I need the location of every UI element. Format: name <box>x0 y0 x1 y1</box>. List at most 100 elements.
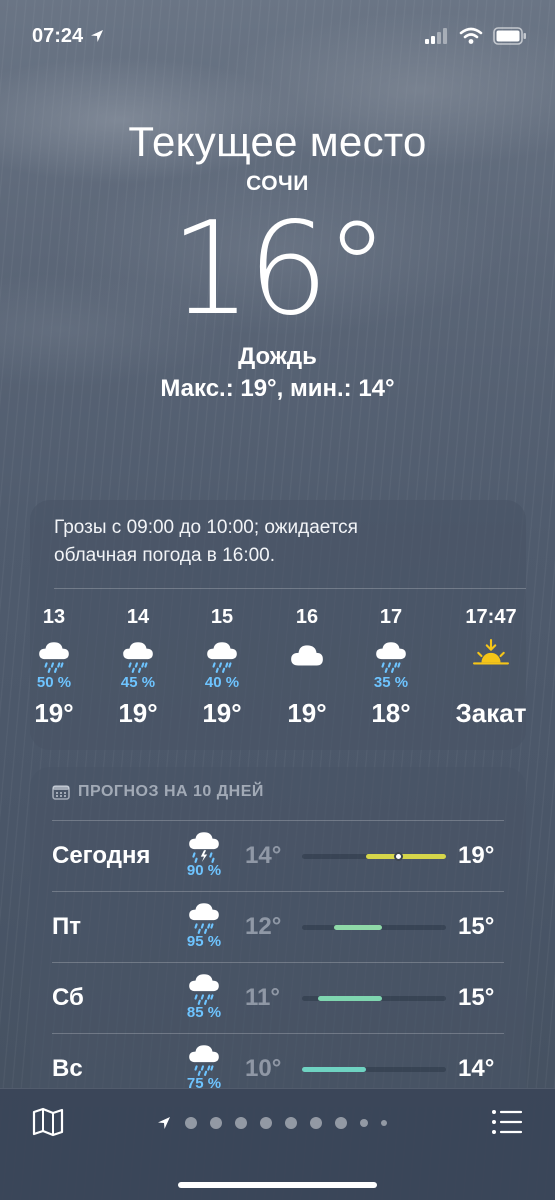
low-temperature: 10° <box>245 1055 282 1082</box>
hourly-summary: Грозы с 09:00 до 10:00; ожидается облачн… <box>30 500 526 570</box>
day-label: Вс <box>52 1055 83 1082</box>
cloud-icon <box>267 638 347 674</box>
divider <box>54 588 526 589</box>
hour-temperature: 18° <box>371 698 411 728</box>
temperature-range-bar <box>302 996 446 1001</box>
divider <box>52 891 504 892</box>
location-arrow-icon <box>91 30 104 42</box>
cloud-rain-icon <box>186 899 222 934</box>
daily-row[interactable]: Сб 85 % 11° 15° <box>30 962 526 1033</box>
hourly-item: 16 19° <box>267 606 347 729</box>
temperature-range-bar <box>302 925 446 930</box>
hourly-item: 13 50 % 19° <box>14 606 94 729</box>
page-dot[interactable] <box>235 1117 247 1129</box>
page-dot[interactable] <box>285 1117 297 1129</box>
cloud-rain-icon <box>186 1041 222 1076</box>
cloud-rain-icon <box>186 970 222 1005</box>
hourly-summary-line: Грозы с 09:00 до 10:00; ожидается <box>54 517 358 538</box>
precip-chance: 50 % <box>36 674 72 691</box>
precip-chance <box>451 674 531 692</box>
precip-chance: 85 % <box>186 1004 222 1021</box>
ten-day-header: ПРОГНОЗ НА 10 ДНЕЙ <box>52 783 264 801</box>
hour-label: 16 <box>295 606 319 628</box>
wifi-icon <box>459 27 483 44</box>
hour-temperature: 19° <box>202 698 242 728</box>
temperature-range-fill <box>302 1067 366 1072</box>
hour-label: 15 <box>210 606 234 628</box>
status-time: 07:24 <box>32 24 84 47</box>
divider <box>52 820 504 821</box>
divider <box>52 962 504 963</box>
hourly-item: 15 40 % 19° <box>182 606 262 729</box>
status-time-group: 07:24 <box>32 25 105 48</box>
page-dot[interactable] <box>210 1117 222 1129</box>
current-condition: Дождь <box>238 343 317 370</box>
current-temp-dot <box>393 852 403 861</box>
map-icon[interactable] <box>32 1107 64 1137</box>
day-label: Сб <box>52 984 84 1011</box>
high-low-temperature: Макс.: 19°, мин.: 14° <box>160 375 395 402</box>
battery-icon <box>493 27 526 45</box>
day-label: Сегодня <box>52 842 151 869</box>
day-label: Пт <box>52 913 82 940</box>
cloud-rain-icon <box>351 638 431 674</box>
temperature-range-fill <box>318 996 382 1001</box>
location-title: Текущее место <box>128 118 427 165</box>
low-temperature: 14° <box>245 842 282 869</box>
page-dot[interactable] <box>360 1119 368 1127</box>
daily-row[interactable]: Пт 95 % 12° 15° <box>30 891 526 962</box>
cloud-rain-icon <box>182 638 262 674</box>
precip-chance: 95 % <box>186 933 222 950</box>
hour-temperature: 19° <box>34 698 74 728</box>
page-dot[interactable] <box>185 1117 197 1129</box>
ten-day-title: ПРОГНОЗ НА 10 ДНЕЙ <box>78 783 264 800</box>
low-temperature: 11° <box>245 984 280 1011</box>
hourly-item: 17:47 Закат <box>451 606 531 729</box>
page-indicator[interactable] <box>156 1115 387 1131</box>
hourly-summary-line: облачная погода в 16:00. <box>54 545 276 566</box>
cloud-rain-icon <box>98 638 178 674</box>
page-dot[interactable] <box>381 1120 387 1126</box>
hourly-forecast-card[interactable]: Грозы с 09:00 до 10:00; ожидается облачн… <box>30 500 526 750</box>
home-indicator[interactable] <box>178 1182 377 1188</box>
hourly-item: 14 45 % 19° <box>98 606 178 729</box>
page-dot[interactable] <box>335 1117 347 1129</box>
daily-row[interactable]: Сегодня 90 % 14° 19° <box>30 820 526 891</box>
temperature-range-fill <box>366 854 446 859</box>
list-icon[interactable] <box>491 1109 523 1135</box>
city-name: СОЧИ <box>246 172 309 195</box>
hour-label: 14 <box>126 606 150 628</box>
hourly-list[interactable]: 13 50 % 19° 14 45 % 19° 15 40 % 19° 16 19° 17 35 % 18… <box>30 606 526 736</box>
cloud-bolt-rain-icon <box>186 828 222 863</box>
bottom-toolbar <box>0 1088 555 1200</box>
precip-chance: 45 % <box>120 674 156 691</box>
page-dot[interactable] <box>260 1117 272 1129</box>
page-dot[interactable] <box>310 1117 322 1129</box>
hour-label: 17:47 <box>465 606 517 628</box>
low-temperature: 12° <box>245 913 282 940</box>
current-temperature: 16° <box>170 195 389 344</box>
ten-day-forecast-card[interactable]: ПРОГНОЗ НА 10 ДНЕЙ Сегодня 90 % 14° 19° Пт 95… <box>30 767 526 1107</box>
high-temperature: 14° <box>458 1055 495 1082</box>
sunset-icon <box>451 638 531 674</box>
status-indicators <box>425 27 527 45</box>
location-arrow-icon[interactable] <box>156 1115 172 1131</box>
high-temperature: 15° <box>458 913 495 940</box>
hour-label: 13 <box>42 606 66 628</box>
divider <box>52 1033 504 1034</box>
hour-temperature: Закат <box>455 698 527 728</box>
hourly-item: 17 35 % 18° <box>351 606 431 729</box>
cellular-signal-icon <box>425 28 447 44</box>
precip-chance: 35 % <box>373 674 409 691</box>
cloud-rain-icon <box>14 638 94 674</box>
hour-label: 17 <box>379 606 403 628</box>
high-temperature: 15° <box>458 984 495 1011</box>
precip-chance: 40 % <box>204 674 240 691</box>
temperature-range-fill <box>334 925 382 930</box>
status-bar: 07:24 <box>32 22 527 50</box>
hour-temperature: 19° <box>287 698 327 728</box>
precip-chance: 90 % <box>186 862 222 879</box>
high-temperature: 19° <box>458 842 495 869</box>
temperature-range-bar <box>302 1067 446 1072</box>
calendar-icon <box>52 785 70 800</box>
